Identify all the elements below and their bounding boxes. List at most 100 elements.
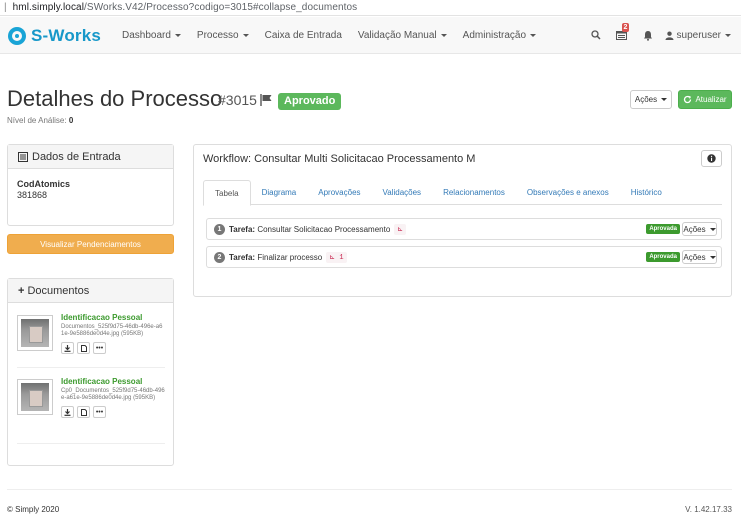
tab-validacoes[interactable]: Validações [372,180,433,205]
task-number: 1 [214,223,225,235]
menu-validacao-manual[interactable]: Validação Manual [350,17,455,53]
chevron-down-icon [661,98,668,101]
navbar-right: 2 superuser [583,17,741,53]
analysis-level-label: Nível de Análise: [7,116,67,125]
dados-field-value: 381868 [17,190,48,200]
footer-divider [7,489,732,490]
chevron-down-icon [530,33,537,37]
menu-validacao-label: Validação Manual [357,29,437,41]
tasks-button[interactable]: 2 [609,17,635,53]
task-acoes-button[interactable]: Ações [682,222,717,236]
acoes-button[interactable]: Ações [630,90,672,109]
task-acoes-label: Ações [683,224,706,234]
user-icon [665,31,674,40]
tab-tabela[interactable]: Tabela [203,180,251,206]
tab-historico[interactable]: Histórico [620,180,673,205]
document-divider [17,443,165,444]
file-icon [80,408,87,416]
user-menu[interactable]: superuser [661,30,741,41]
document-info: Identificacao Pessoal Cp0_Documentos_525… [61,377,165,418]
view-file-button[interactable] [77,342,90,354]
refresh-icon [684,95,692,104]
menu-processo[interactable]: Processo [189,17,257,53]
dados-entrada-panel: Dados de Entrada CodAtomics 381868 [7,144,174,226]
status-badge: Aprovado [278,93,342,110]
workflow-info-button[interactable] [701,150,722,167]
document-thumbnail[interactable] [17,315,53,351]
info-icon [707,154,716,163]
tab-validacoes-label: Validações [382,188,422,197]
task-code: ⊾ [394,223,407,235]
menu-processo-label: Processo [196,29,239,41]
file-icon [80,344,87,352]
chevron-down-icon [440,33,447,37]
menu-dashboard[interactable]: Dashboard [114,17,189,53]
browser-url-bar[interactable]: | hml.simply.local/SWorks.V42/Processo?c… [0,0,741,16]
analysis-level: Nível de Análise: 0 [7,116,73,125]
tab-historico-label: Histórico [630,188,662,197]
task-name: Finalizar processo [257,252,323,262]
chevron-down-icon [709,255,716,259]
document-actions: ••• [61,406,165,418]
document-divider [17,367,165,368]
url-host: hml.simply.local [12,2,85,13]
menu-administracao[interactable]: Administração [455,17,544,53]
atualizar-button[interactable]: Atualizar [678,90,732,109]
bell-icon [643,30,652,41]
list-alt-icon [18,151,28,162]
menu-dashboard-label: Dashboard [122,29,171,41]
tab-relacionamentos[interactable]: Relacionamentos [432,180,516,205]
dados-entrada-title: Dados de Entrada [32,150,121,163]
chevron-down-icon [174,33,181,37]
download-button[interactable] [61,406,74,418]
brand-name: S-Works [31,26,102,45]
task-row: 2 Tarefa: Finalizar processo ⊾ 1 Aprovad… [206,246,722,268]
more-options-button[interactable]: ••• [93,342,106,354]
download-icon [64,408,71,416]
task-code: ⊾ 1 [326,251,347,263]
footer-copyright: © Simply 2020 [7,505,60,514]
document-image [21,319,49,347]
url-text[interactable]: hml.simply.local/SWorks.V42/Processo?cod… [13,2,358,13]
view-file-button[interactable] [77,406,90,418]
visualizar-pendenciamentos-button[interactable]: Visualizar Pendenciamentos [7,234,174,254]
document-thumbnail[interactable] [17,379,53,415]
document-filename: Cp0_Documentos_525f9d75-46db-496e-a61e-9… [61,388,165,401]
documentos-panel: + Documentos Identificacao Pessoal Docum… [7,278,174,466]
tab-aprovacoes-label: Aprovações [318,188,361,197]
flag-icon [260,94,272,106]
notifications-button[interactable] [635,17,661,53]
ellipsis-icon: ••• [95,408,104,416]
document-filename: Documentos_525f9d75-46db-496e-a61e-9e588… [61,324,163,337]
search-icon [590,30,601,40]
more-options-button[interactable]: ••• [93,406,106,418]
chevron-down-icon [242,33,249,37]
url-path: /SWorks.V42/Processo?codigo=3015#collaps… [84,2,358,13]
brand-logo-icon [8,27,26,45]
task-acoes-button[interactable]: Ações [682,250,717,264]
task-text: Tarefa: Consultar Solicitacao Processame… [229,225,390,234]
search-button[interactable] [583,17,609,53]
menu-caixa-label: Caixa de Entrada [264,29,342,41]
ellipsis-icon: ••• [95,344,104,352]
brand-link[interactable]: S-Works [8,26,101,46]
menu-caixa-de-entrada[interactable]: Caixa de Entrada [257,17,350,53]
task-code-value: 1 [339,253,344,262]
document-actions: ••• [61,342,165,354]
document-title[interactable]: Identificacao Pessoal [61,377,165,386]
analysis-level-value: 0 [68,116,74,125]
tab-observacoes-anexos[interactable]: Observações e anexos [516,180,620,205]
task-name: Consultar Solicitacao Processamento [257,224,391,234]
tab-aprovacoes[interactable]: Aprovações [307,180,371,205]
task-label: Tarefa: [229,252,256,262]
download-button[interactable] [61,342,74,354]
workflow-tabs: Tabela Diagrama Aprovações Validações Re… [203,180,722,206]
user-name: superuser [676,29,721,41]
tab-diagrama[interactable]: Diagrama [251,180,308,205]
document-title[interactable]: Identificacao Pessoal [61,313,165,322]
tab-diagrama-label: Diagrama [261,188,297,197]
documentos-title: Documentos [27,284,90,297]
url-separator: | [4,2,7,13]
notification-badge: 2 [621,23,630,32]
documentos-heading[interactable]: + Documentos [8,279,173,303]
